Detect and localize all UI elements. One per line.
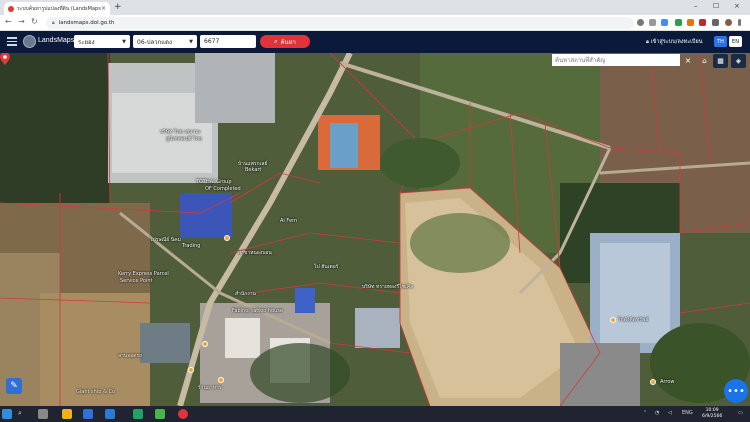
map-label: สาขาหนองบอน bbox=[238, 250, 272, 256]
address-bar[interactable]: 🔒︎ landsmaps.dol.go.th bbox=[46, 17, 634, 29]
os-taskbar: ⌕ ⌃ ◔ ◁ ENG 10:09 6/9/2566 ▭ bbox=[0, 406, 750, 422]
map-label: โกดังคิดทรัพย์ bbox=[618, 317, 649, 323]
map-label: ไปรษณีย์ นิคม bbox=[150, 237, 181, 243]
location-pin-icon[interactable] bbox=[0, 53, 10, 65]
map-label: Trading bbox=[182, 243, 201, 249]
lang-en-button[interactable]: EN bbox=[729, 36, 742, 47]
home-icon[interactable]: ⌂ bbox=[697, 54, 712, 68]
lock-icon: 🔒︎ bbox=[646, 39, 649, 45]
district-select[interactable]: 06-ปลวกแดง ▼ bbox=[133, 35, 197, 48]
minimize-button[interactable]: – bbox=[694, 2, 698, 10]
new-tab-button[interactable]: + bbox=[114, 2, 122, 13]
login-link[interactable]: 🔒︎ เข้าสู่ระบบ/ลงทะเบียน bbox=[646, 38, 703, 46]
browser-tab[interactable]: ระบบค้นหารูปแปลงที่ดิน (LandsMaps... × bbox=[4, 2, 110, 15]
windows-start-icon[interactable] bbox=[2, 409, 12, 419]
share-icon[interactable] bbox=[649, 19, 656, 26]
reload-icon[interactable]: ↻ bbox=[31, 17, 38, 26]
extension-icon[interactable] bbox=[699, 19, 706, 26]
volume-icon[interactable]: ◁ bbox=[668, 410, 672, 416]
map-label: ไป ฮันเตอร์ bbox=[314, 264, 339, 270]
taskbar-search-icon[interactable]: ⌕ bbox=[18, 409, 22, 418]
clock-date: 6/9/2566 bbox=[702, 414, 723, 419]
puzzle-icon[interactable] bbox=[712, 19, 719, 26]
satellite-map[interactable]: × ⌂ ▦ ◈ บริษัท ไทย เยนาบะ ยูนิเทคสเปย์ ไ… bbox=[0, 53, 750, 406]
edge-icon[interactable] bbox=[83, 409, 93, 419]
map-label: TOTHAI Group bbox=[196, 179, 232, 185]
forward-arrow-icon[interactable]: → bbox=[18, 17, 25, 26]
map-label: ร้านอาหาร bbox=[198, 385, 222, 391]
map-label: ยูนิเทคสเปย์ ไทย bbox=[166, 136, 202, 142]
map-label: Fabinoi tattoo house bbox=[232, 308, 283, 314]
bookmark-star-icon[interactable] bbox=[661, 19, 668, 26]
brand-name: LandsMaps bbox=[38, 37, 75, 44]
poi-marker-icon[interactable] bbox=[650, 379, 656, 385]
search-close-button[interactable]: × bbox=[682, 54, 694, 66]
lang-th-button[interactable]: TH bbox=[714, 36, 727, 47]
maximize-button[interactable]: ☐ bbox=[713, 2, 719, 10]
app-header: LandsMaps ระยอง ▼ 06-ปลวกแดง ▼ ⌕ ค้นหา 🔒… bbox=[0, 31, 750, 53]
url-text: landsmaps.dol.go.th bbox=[58, 20, 115, 26]
location-icon[interactable] bbox=[637, 19, 644, 26]
tab-title: ระบบค้นหารูปแปลงที่ดิน (LandsMaps... bbox=[17, 5, 101, 12]
chevron-down-icon: ▼ bbox=[189, 38, 193, 45]
place-search-input[interactable] bbox=[552, 54, 680, 66]
excel-icon[interactable] bbox=[133, 409, 143, 419]
more-options-button[interactable]: ••• bbox=[724, 379, 748, 403]
chevron-down-icon: ▼ bbox=[122, 38, 126, 45]
tab-close-button[interactable]: × bbox=[101, 5, 106, 12]
map-label: สำนักงาน bbox=[235, 291, 256, 297]
map-label: บริษัท ทรายทองรีไซเคิล bbox=[362, 284, 414, 290]
province-value: ระยอง bbox=[78, 38, 95, 46]
task-view-icon[interactable] bbox=[38, 409, 48, 419]
map-pin-favicon-icon bbox=[8, 5, 14, 12]
lock-icon: 🔒︎ bbox=[52, 20, 55, 26]
chrome-icon[interactable] bbox=[178, 409, 188, 419]
poi-marker-icon[interactable] bbox=[224, 235, 230, 241]
layers-icon[interactable]: ◈ bbox=[731, 54, 746, 68]
hamburger-menu-icon[interactable] bbox=[7, 37, 17, 48]
map-label: Arrow bbox=[660, 379, 675, 385]
map-label: Service Point bbox=[120, 278, 153, 284]
window-close-button[interactable]: × bbox=[734, 2, 740, 10]
map-label: OF Completed bbox=[205, 186, 241, 192]
chevron-up-icon[interactable]: ⌃ bbox=[643, 410, 647, 416]
province-select[interactable]: ระยอง ▼ bbox=[74, 35, 130, 48]
map-label: ลานจอดรถ bbox=[118, 353, 143, 359]
back-arrow-icon[interactable]: ← bbox=[5, 17, 12, 26]
measure-tool-icon[interactable]: ✎ bbox=[6, 378, 22, 394]
login-label: เข้าสู่ระบบ/ลงทะเบียน bbox=[650, 39, 703, 45]
keyboard-icon[interactable]: ▦ bbox=[713, 54, 728, 68]
profile-avatar[interactable] bbox=[725, 19, 732, 26]
input-language[interactable]: ENG bbox=[682, 410, 693, 416]
poi-marker-icon[interactable] bbox=[202, 341, 208, 347]
search-button[interactable]: ⌕ ค้นหา bbox=[260, 35, 310, 48]
extension-icon[interactable] bbox=[675, 19, 682, 26]
network-icon[interactable]: ◔ bbox=[655, 410, 659, 416]
line-app-icon[interactable] bbox=[155, 409, 165, 419]
poi-marker-icon[interactable] bbox=[218, 377, 224, 383]
browser-tab-strip: ระบบค้นหารูปแปลงที่ดิน (LandsMaps... × +… bbox=[0, 0, 750, 15]
map-label: Bekart bbox=[245, 167, 262, 173]
map-imagery bbox=[0, 53, 750, 406]
landsmaps-logo bbox=[23, 35, 36, 48]
parcel-number-input[interactable] bbox=[200, 35, 256, 48]
search-icon: ⌕ bbox=[274, 37, 278, 45]
file-explorer-icon[interactable] bbox=[62, 409, 72, 419]
search-button-label: ค้นหา bbox=[280, 38, 296, 46]
district-value: 06-ปลวกแดง bbox=[137, 38, 172, 46]
notification-icon[interactable]: ▭ bbox=[738, 410, 743, 416]
system-clock[interactable]: 10:09 6/9/2566 bbox=[702, 408, 722, 420]
menu-kebab-icon[interactable] bbox=[738, 19, 741, 26]
poi-marker-icon[interactable] bbox=[188, 367, 194, 373]
extension-icon[interactable] bbox=[687, 19, 694, 26]
mail-icon[interactable] bbox=[105, 409, 115, 419]
map-label: Kerry Express Parcel bbox=[118, 271, 169, 277]
browser-toolbar: ← → ↻ 🔒︎ landsmaps.dol.go.th bbox=[0, 15, 750, 31]
map-label: Giant ship & Co bbox=[76, 389, 116, 395]
poi-marker-icon[interactable] bbox=[610, 317, 616, 323]
map-label: Ai Fern bbox=[280, 218, 298, 224]
